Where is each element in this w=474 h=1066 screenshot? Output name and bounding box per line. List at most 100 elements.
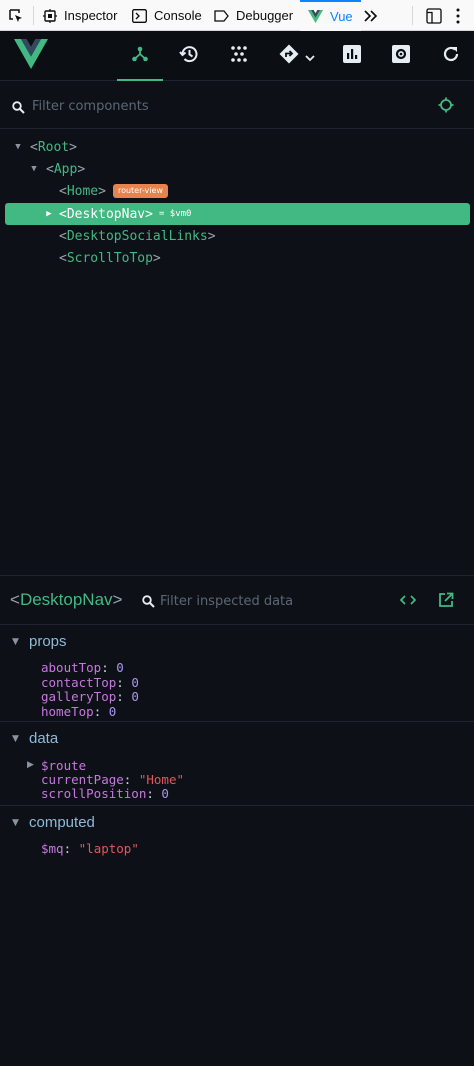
element-picker-button[interactable]	[8, 0, 30, 31]
tree-node-desktopsociallinks-name: DesktopSocialLinks	[66, 228, 208, 244]
caret-down-icon: ▼	[15, 142, 21, 152]
tree-node-desktopnav[interactable]: ▶ < DesktopNav > = $vm0	[5, 203, 470, 225]
devtools-toolbar: Inspector Console Debugger Vue	[0, 0, 474, 31]
router-tab[interactable]	[274, 42, 320, 70]
tab-console-label: Console	[154, 8, 202, 23]
tab-console[interactable]: Console	[132, 0, 202, 31]
dock-side-icon	[426, 7, 442, 24]
settings-tab[interactable]	[387, 42, 415, 70]
prop-key: homeTop	[41, 704, 94, 719]
data-row-route[interactable]: $route	[41, 758, 86, 773]
component-filter-bar	[0, 82, 474, 129]
caret-down-icon: ▼	[12, 817, 19, 828]
tab-debugger[interactable]: Debugger	[214, 0, 293, 31]
toolbar-divider	[412, 6, 413, 25]
vue-logo	[14, 39, 48, 73]
inspected-component-name: DesktopNav	[19, 590, 113, 609]
router-icon	[279, 44, 299, 68]
tree-node-scrolltotop[interactable]: < ScrollToTop >	[59, 247, 161, 269]
tab-vue[interactable]: Vue	[300, 0, 361, 31]
code-icon	[399, 593, 417, 612]
vuex-icon	[230, 45, 248, 67]
component-filter-input[interactable]	[32, 94, 412, 118]
tag-open-bracket: <	[46, 161, 54, 177]
tree-node-scrolltotop-name: ScrollToTop	[66, 250, 153, 266]
vuex-tab[interactable]	[225, 42, 253, 70]
computed-value: "laptop"	[78, 841, 139, 856]
open-external-icon	[438, 592, 454, 612]
computed-section-toggle[interactable]: ▼ computed	[12, 814, 95, 831]
data-section-toggle[interactable]: ▼ data	[12, 730, 58, 747]
components-icon	[131, 45, 149, 67]
props-section-toggle[interactable]: ▼ props	[12, 633, 67, 650]
prop-row[interactable]: homeTop: 0	[41, 704, 116, 719]
overflow-tabs-button[interactable]	[364, 0, 378, 31]
props-section: ▼ props aboutTop: 0 contactTop: 0 galler…	[0, 625, 474, 722]
data-value: 0	[161, 786, 169, 801]
tag-open-bracket: <	[59, 250, 67, 266]
tag-close-bracket: >	[145, 206, 153, 222]
select-component-button[interactable]	[438, 97, 454, 117]
data-key: $route	[41, 758, 87, 773]
performance-icon	[343, 45, 361, 67]
prop-key: aboutTop	[41, 660, 102, 675]
data-section-title: data	[29, 730, 59, 747]
prop-row[interactable]: aboutTop: 0	[41, 660, 124, 675]
tree-node-home-name: Home	[66, 183, 99, 199]
prop-key: galleryTop	[41, 689, 117, 704]
data-key: currentPage	[41, 772, 124, 787]
kebab-menu-icon	[456, 8, 460, 24]
data-section: ▼ data ▶ $route currentPage: "Home" scro…	[0, 722, 474, 806]
tree-node-home[interactable]: < Home > router-view	[59, 180, 168, 202]
console-icon	[132, 8, 147, 23]
caret-right-icon: ▶	[46, 209, 52, 219]
tree-node-desktopsociallinks[interactable]: < DesktopSocialLinks >	[59, 225, 216, 247]
tree-node-root[interactable]: ▼ < Root >	[12, 136, 77, 158]
timeline-icon	[179, 44, 199, 68]
search-icon	[142, 593, 155, 612]
devtools-menu-button[interactable]	[456, 0, 460, 31]
component-tree: ▼ < Root > ▼ < App > < Home > router-view ▶ < D…	[0, 130, 474, 575]
tag-open-bracket: <	[10, 590, 20, 609]
tag-close-bracket: >	[69, 139, 77, 155]
computed-section-title: computed	[29, 814, 95, 831]
vue-devtools-header	[0, 31, 474, 81]
timeline-tab[interactable]	[175, 42, 203, 70]
tab-inspector-label: Inspector	[64, 8, 118, 23]
open-in-editor-button[interactable]	[438, 592, 454, 612]
prop-value: 0	[108, 704, 117, 719]
tag-open-bracket: <	[59, 228, 67, 244]
dock-side-button[interactable]	[426, 0, 442, 31]
inspect-dom-button[interactable]	[399, 592, 417, 612]
tree-node-app[interactable]: ▼ < App >	[28, 158, 85, 180]
caret-down-icon: ▼	[12, 636, 19, 647]
props-section-title: props	[29, 633, 67, 650]
components-tab[interactable]	[117, 42, 163, 81]
tab-inspector[interactable]: Inspector	[43, 0, 117, 31]
element-picker-icon	[9, 8, 22, 22]
tag-close-bracket: >	[207, 228, 216, 244]
prop-value: 0	[116, 660, 124, 675]
inspector-filter-input[interactable]	[160, 589, 380, 613]
target-icon	[438, 97, 454, 117]
data-value: "Home"	[138, 772, 185, 787]
data-row[interactable]: currentPage: "Home"	[41, 772, 184, 787]
prop-key: contactTop	[41, 675, 117, 690]
refresh-button[interactable]	[437, 42, 465, 70]
performance-tab[interactable]	[338, 42, 366, 70]
tab-vue-label: Vue	[330, 9, 353, 24]
tag-open-bracket: <	[59, 183, 67, 199]
data-key: scrollPosition	[41, 786, 147, 801]
tag-close-bracket: >	[98, 183, 106, 199]
data-row[interactable]: scrollPosition: 0	[41, 786, 169, 801]
chevron-down-icon	[305, 47, 315, 66]
caret-right-icon[interactable]: ▶	[27, 758, 34, 773]
prop-row[interactable]: contactTop: 0	[41, 675, 139, 690]
computed-row[interactable]: $mq: "laptop"	[41, 841, 139, 856]
tag-open-bracket: <	[30, 139, 38, 155]
tree-node-app-name: App	[53, 161, 78, 177]
prop-row[interactable]: galleryTop: 0	[41, 689, 139, 704]
debugger-icon	[214, 9, 229, 23]
vue-icon	[308, 10, 323, 23]
caret-down-icon: ▼	[12, 733, 19, 744]
